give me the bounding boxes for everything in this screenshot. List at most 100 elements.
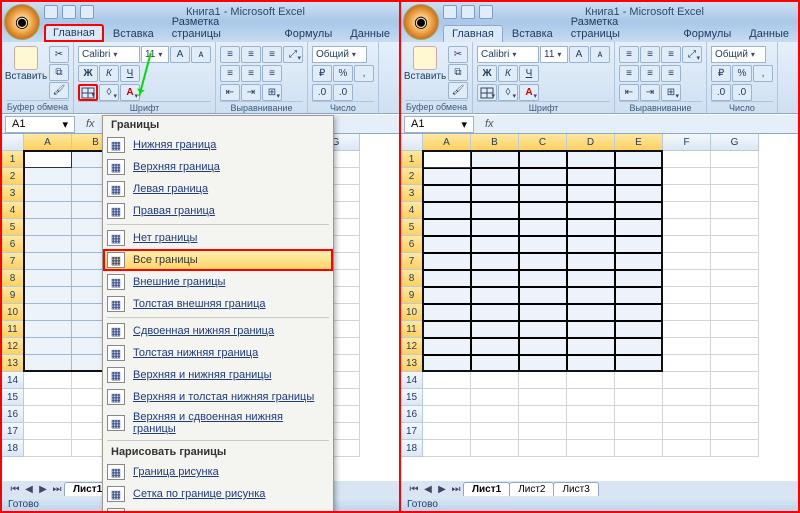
cell[interactable] xyxy=(471,355,519,372)
sheet-tab-3[interactable]: Лист3 xyxy=(553,482,598,496)
tab-nav-last[interactable]: ⏭ xyxy=(50,484,64,495)
cell[interactable] xyxy=(615,219,663,236)
italic-button[interactable]: К xyxy=(99,65,119,82)
cell[interactable] xyxy=(567,355,615,372)
underline-button[interactable]: Ч xyxy=(120,65,140,82)
undo-icon[interactable] xyxy=(461,5,475,19)
cell[interactable] xyxy=(567,406,615,423)
cell[interactable] xyxy=(615,304,663,321)
borders-button[interactable] xyxy=(477,84,497,101)
cell[interactable] xyxy=(711,287,759,304)
cell[interactable] xyxy=(423,321,471,338)
cell[interactable] xyxy=(471,219,519,236)
number-format-combo[interactable]: Общий xyxy=(312,46,367,63)
office-button[interactable]: ◉ xyxy=(4,4,40,40)
borders-option-pengrid[interactable]: ▦Сетка по границе рисунка xyxy=(103,483,333,505)
row-header[interactable]: 16 xyxy=(2,406,24,423)
cell[interactable] xyxy=(663,151,711,168)
cell[interactable] xyxy=(24,287,72,304)
cell[interactable] xyxy=(711,168,759,185)
paste-button[interactable]: Вставить xyxy=(6,46,46,82)
cell[interactable] xyxy=(663,270,711,287)
borders-option-bottom[interactable]: ▦Нижняя граница xyxy=(103,134,333,156)
paste-button[interactable]: Вставить xyxy=(405,46,445,82)
cell[interactable] xyxy=(471,202,519,219)
align-right-icon[interactable]: ≡ xyxy=(262,65,282,82)
cell[interactable] xyxy=(567,440,615,457)
col-header[interactable]: A xyxy=(423,134,471,151)
row-header[interactable]: 15 xyxy=(401,389,423,406)
name-box[interactable]: A1▾ xyxy=(404,116,474,133)
cell[interactable] xyxy=(423,219,471,236)
align-center-icon[interactable]: ≡ xyxy=(640,65,660,82)
tab-data[interactable]: Данные xyxy=(740,25,798,42)
cell[interactable] xyxy=(711,406,759,423)
cell[interactable] xyxy=(24,440,72,457)
merge-button[interactable]: ⊞ xyxy=(262,84,282,101)
cell[interactable] xyxy=(24,168,72,185)
cut-icon[interactable]: ✂ xyxy=(448,46,468,63)
row-header[interactable]: 17 xyxy=(401,423,423,440)
cell[interactable] xyxy=(711,304,759,321)
row-header[interactable]: 8 xyxy=(2,270,24,287)
cell[interactable] xyxy=(663,440,711,457)
cell[interactable] xyxy=(711,185,759,202)
cell[interactable] xyxy=(519,440,567,457)
tab-nav-prev[interactable]: ◀ xyxy=(421,484,435,495)
fx-icon[interactable]: fx xyxy=(86,118,95,130)
cell[interactable] xyxy=(423,151,471,168)
cell[interactable] xyxy=(24,355,72,372)
comma-icon[interactable]: , xyxy=(753,65,773,82)
copy-icon[interactable]: ⧉ xyxy=(448,64,468,81)
cell[interactable] xyxy=(24,423,72,440)
italic-button[interactable]: К xyxy=(498,65,518,82)
cell[interactable] xyxy=(711,270,759,287)
fx-icon[interactable]: fx xyxy=(485,118,494,130)
align-bottom-icon[interactable]: ≡ xyxy=(661,46,681,63)
cell[interactable] xyxy=(423,270,471,287)
number-format-combo[interactable]: Общий xyxy=(711,46,766,63)
cell[interactable] xyxy=(711,151,759,168)
cell[interactable] xyxy=(519,236,567,253)
cell[interactable] xyxy=(24,372,72,389)
grow-font-icon[interactable]: A xyxy=(569,46,589,63)
tab-nav-last[interactable]: ⏭ xyxy=(449,484,463,495)
cell[interactable] xyxy=(615,270,663,287)
row-header[interactable]: 1 xyxy=(401,151,423,168)
cell[interactable] xyxy=(615,440,663,457)
cell[interactable] xyxy=(711,423,759,440)
cell[interactable] xyxy=(615,168,663,185)
format-painter-icon[interactable]: 🖌 xyxy=(49,82,69,99)
cell[interactable] xyxy=(711,253,759,270)
row-header[interactable]: 14 xyxy=(401,372,423,389)
cell[interactable] xyxy=(615,253,663,270)
save-icon[interactable] xyxy=(44,5,58,19)
currency-icon[interactable]: ₽ xyxy=(711,65,731,82)
cell[interactable] xyxy=(24,304,72,321)
name-box[interactable]: A1▾ xyxy=(5,116,75,133)
align-middle-icon[interactable]: ≡ xyxy=(640,46,660,63)
row-header[interactable]: 1 xyxy=(2,151,24,168)
col-header[interactable]: F xyxy=(663,134,711,151)
select-all-corner[interactable] xyxy=(401,134,423,151)
cell[interactable] xyxy=(519,151,567,168)
cell[interactable] xyxy=(615,202,663,219)
row-header[interactable]: 6 xyxy=(401,236,423,253)
cell[interactable] xyxy=(567,389,615,406)
cell[interactable] xyxy=(471,270,519,287)
row-header[interactable]: 13 xyxy=(401,355,423,372)
office-button[interactable]: ◉ xyxy=(403,4,439,40)
row-header[interactable]: 5 xyxy=(401,219,423,236)
tab-page-layout[interactable]: Разметка страницы xyxy=(562,13,675,42)
borders-option-thick[interactable]: ▦Толстая внешняя граница xyxy=(103,293,333,315)
align-left-icon[interactable]: ≡ xyxy=(220,65,240,82)
col-header[interactable]: E xyxy=(615,134,663,151)
cell[interactable] xyxy=(423,423,471,440)
borders-button[interactable] xyxy=(78,84,98,101)
undo-icon[interactable] xyxy=(62,5,76,19)
row-header[interactable]: 7 xyxy=(401,253,423,270)
cell[interactable] xyxy=(24,338,72,355)
cell[interactable] xyxy=(663,185,711,202)
borders-option-t-dbb[interactable]: ▦Верхняя и сдвоенная нижняя границы xyxy=(103,408,333,438)
cell[interactable] xyxy=(519,168,567,185)
